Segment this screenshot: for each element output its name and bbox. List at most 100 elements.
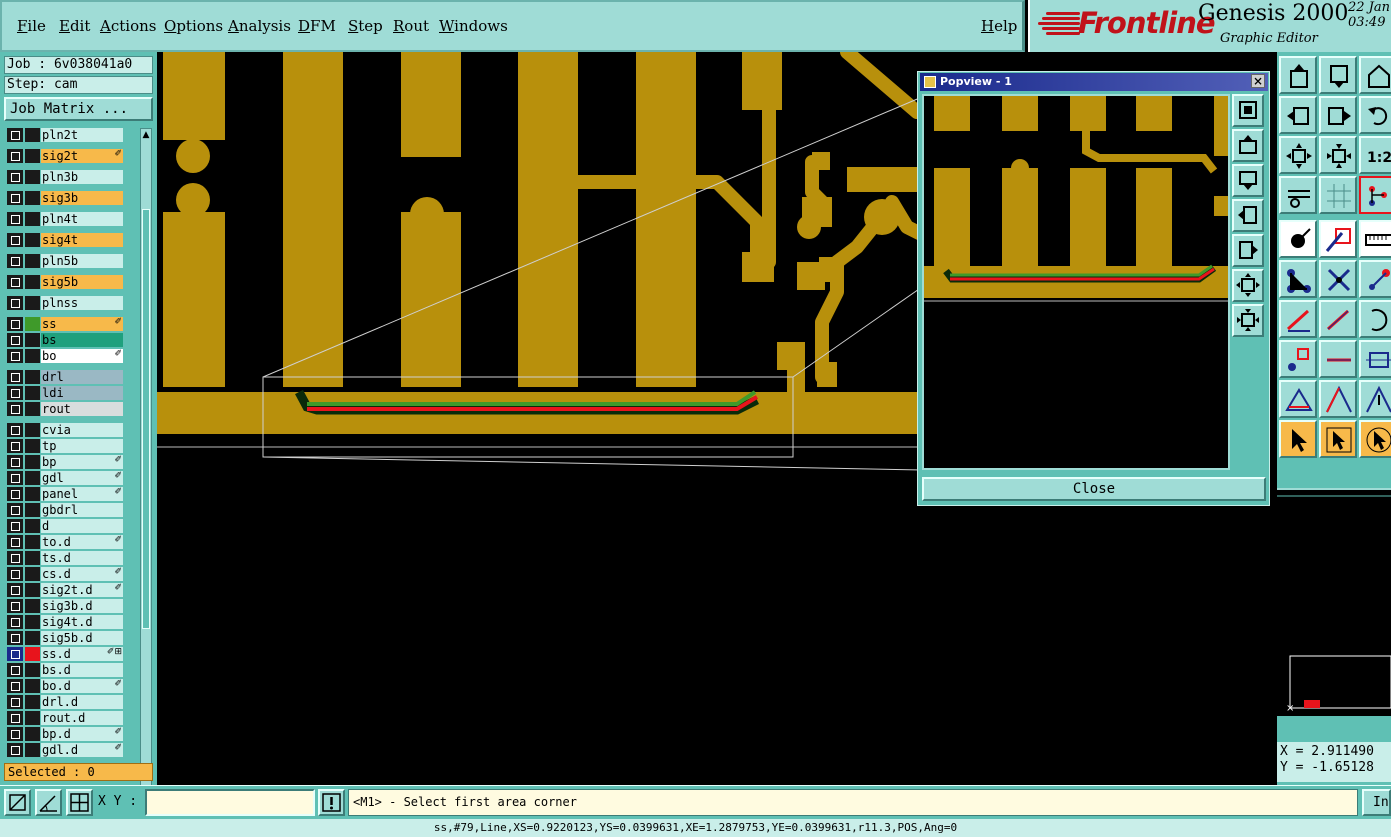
layer-name[interactable]: gdl	[41, 471, 123, 485]
open-step-icon[interactable]	[1279, 56, 1317, 94]
layer-name[interactable]: gdl.d	[41, 743, 123, 757]
layer-row[interactable]: sig4t	[4, 232, 138, 248]
layer-name[interactable]: bs.d	[41, 663, 123, 677]
layer-checkbox[interactable]	[7, 471, 23, 485]
layer-checkbox[interactable]	[7, 275, 23, 289]
layer-checkbox[interactable]	[7, 503, 23, 517]
menu-actions[interactable]: Actions	[100, 17, 156, 35]
pointer-tool-icon[interactable]	[1279, 420, 1317, 458]
popview-zoom-out-icon[interactable]	[1232, 304, 1264, 337]
layer-color-swatch[interactable]	[25, 503, 40, 517]
layer-row[interactable]: d	[4, 518, 138, 534]
menu-windows[interactable]: Windows	[439, 17, 508, 35]
pan-left-icon[interactable]	[1279, 96, 1317, 134]
layer-row[interactable]: cs.d ✐	[4, 566, 138, 582]
menu-file[interactable]: File	[17, 17, 46, 35]
layer-row[interactable]: sig5b	[4, 274, 138, 290]
layer-row[interactable]: gbdrl	[4, 502, 138, 518]
layer-name[interactable]: bp.d	[41, 727, 123, 741]
layer-name[interactable]: sig4t	[41, 233, 123, 247]
layer-color-swatch[interactable]	[25, 149, 40, 163]
pan-right-icon[interactable]	[1319, 96, 1357, 134]
menu-edit[interactable]: Edit	[59, 17, 90, 35]
layer-color-swatch[interactable]	[25, 487, 40, 501]
layer-row[interactable]: pln2t	[4, 127, 138, 143]
menu-dfm[interactable]: DFM	[298, 17, 336, 35]
layer-checkbox[interactable]	[7, 386, 23, 400]
popview-canvas[interactable]	[922, 94, 1230, 470]
layer-checkbox[interactable]	[7, 535, 23, 549]
layer-checkbox[interactable]	[7, 149, 23, 163]
layer-name[interactable]: to.d	[41, 535, 123, 549]
layer-row[interactable]: sig4t.d	[4, 614, 138, 630]
layer-name[interactable]: bp	[41, 455, 123, 469]
layer-name[interactable]: sig2t	[41, 149, 123, 163]
layer-name[interactable]: ts.d	[41, 551, 123, 565]
layer-color-swatch[interactable]	[25, 212, 40, 226]
layer-name[interactable]: bo	[41, 349, 123, 363]
add-line-diag-icon[interactable]	[1319, 300, 1357, 338]
layer-color-swatch[interactable]	[25, 423, 40, 437]
layer-name[interactable]: cvia	[41, 423, 123, 437]
layer-checkbox[interactable]	[7, 317, 23, 331]
layer-checkbox[interactable]	[7, 233, 23, 247]
layer-row[interactable]: bp ✐	[4, 454, 138, 470]
layer-checkbox[interactable]	[7, 599, 23, 613]
layer-name[interactable]: pln3b	[41, 170, 123, 184]
layer-checkbox[interactable]	[7, 727, 23, 741]
popview-close-button[interactable]: Close	[922, 477, 1266, 501]
home-icon[interactable]	[1359, 56, 1391, 94]
layer-color-swatch[interactable]	[25, 233, 40, 247]
layer-color-swatch[interactable]	[25, 679, 40, 693]
undo-icon[interactable]	[1359, 96, 1391, 134]
layer-row[interactable]: bo ✐	[4, 348, 138, 364]
add-component-icon[interactable]	[1359, 340, 1391, 378]
layer-row[interactable]: pln3b	[4, 169, 138, 185]
layer-color-swatch[interactable]	[25, 275, 40, 289]
layer-row[interactable]: pln5b	[4, 253, 138, 269]
layer-row[interactable]: sig2t.d ✐	[4, 582, 138, 598]
menu-rout[interactable]: Rout	[393, 17, 429, 35]
alert-icon[interactable]	[318, 789, 345, 816]
layer-checkbox[interactable]	[7, 615, 23, 629]
layer-row[interactable]: bo.d ✐	[4, 678, 138, 694]
menu-options[interactable]: Options	[164, 17, 223, 35]
layer-color-swatch[interactable]	[25, 631, 40, 645]
layer-color-swatch[interactable]	[25, 349, 40, 363]
layer-color-swatch[interactable]	[25, 519, 40, 533]
layer-name[interactable]: cs.d	[41, 567, 123, 581]
layer-name[interactable]: sig3b.d	[41, 599, 123, 613]
layer-color-swatch[interactable]	[25, 727, 40, 741]
popview-pan-left-icon[interactable]	[1232, 199, 1264, 232]
layer-checkbox[interactable]	[7, 212, 23, 226]
layer-color-swatch[interactable]	[25, 296, 40, 310]
zoom-one-to-two-icon[interactable]: 1:2	[1359, 136, 1391, 174]
layer-name[interactable]: pln5b	[41, 254, 123, 268]
overview-map[interactable]: ×	[1277, 488, 1391, 716]
layer-color-swatch[interactable]	[25, 439, 40, 453]
layer-name[interactable]: sig5b.d	[41, 631, 123, 645]
layer-row[interactable]: drl.d	[4, 694, 138, 710]
layer-row[interactable]: plnss	[4, 295, 138, 311]
window-menu-icon[interactable]	[924, 76, 936, 88]
layer-name[interactable]: ldi	[41, 386, 123, 400]
pointer-circle-tool-icon[interactable]	[1359, 420, 1391, 458]
measure-tools-icon[interactable]	[1279, 176, 1317, 214]
layer-name[interactable]: drl.d	[41, 695, 123, 709]
layer-color-swatch[interactable]	[25, 402, 40, 416]
add-trace-icon[interactable]	[1319, 340, 1357, 378]
popview-pan-right-icon[interactable]	[1232, 234, 1264, 267]
apex-tool-icon[interactable]	[1359, 380, 1391, 418]
layer-name[interactable]: bs	[41, 333, 123, 347]
layer-name[interactable]: pln4t	[41, 212, 123, 226]
layer-name[interactable]: gbdrl	[41, 503, 123, 517]
layer-color-swatch[interactable]	[25, 333, 40, 347]
select-feature-icon[interactable]	[1279, 220, 1317, 258]
layer-color-swatch[interactable]	[25, 583, 40, 597]
layer-checkbox[interactable]	[7, 349, 23, 363]
layer-checkbox[interactable]	[7, 333, 23, 347]
layer-color-swatch[interactable]	[25, 567, 40, 581]
layer-row[interactable]: bs.d	[4, 662, 138, 678]
layer-color-swatch[interactable]	[25, 191, 40, 205]
layer-checkbox[interactable]	[7, 370, 23, 384]
